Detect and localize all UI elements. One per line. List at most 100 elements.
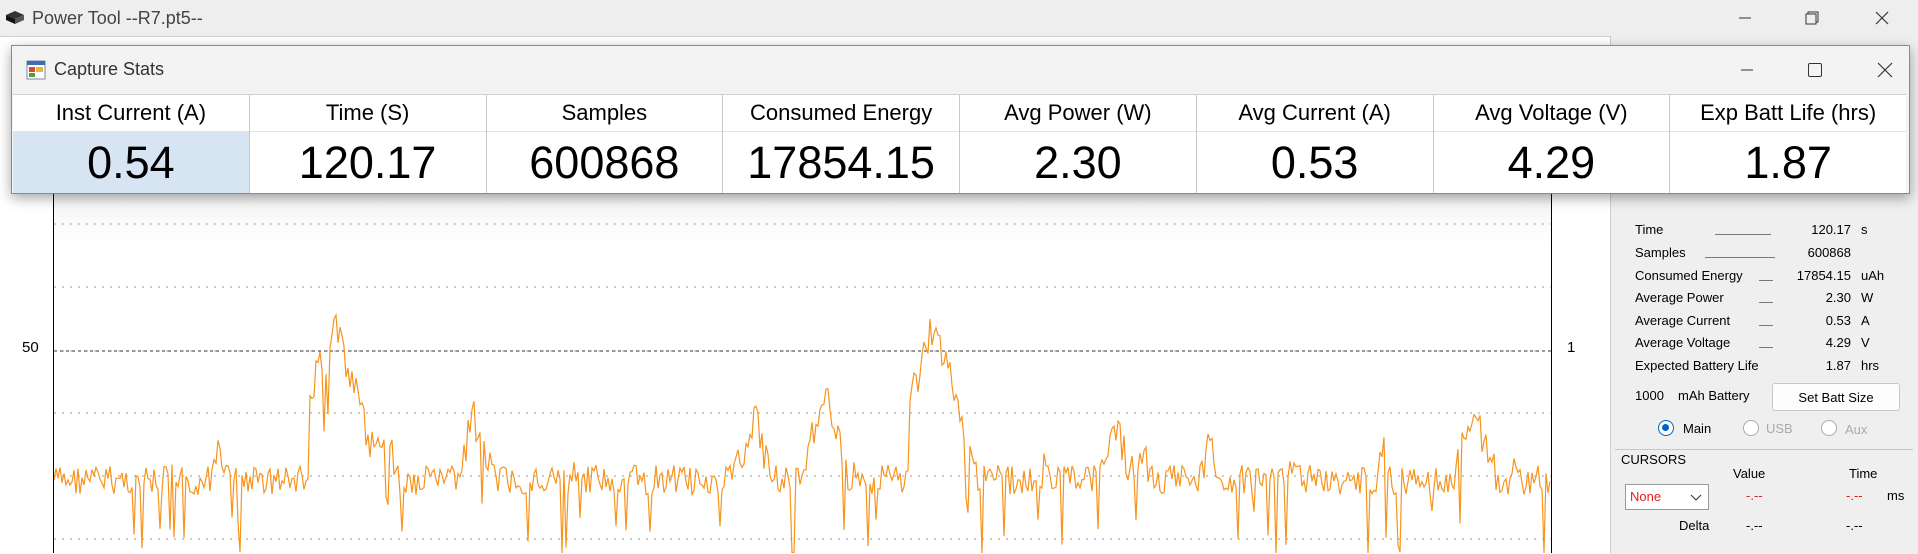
minimize-button[interactable] [1722, 0, 1768, 36]
stat-unit: uAh [1861, 268, 1885, 283]
stat-label: Average Current [1635, 313, 1731, 328]
close-icon [1875, 11, 1889, 25]
stat-column-avg-current[interactable]: Avg Current (A) 0.53 [1196, 95, 1434, 193]
stat-value: 4.29 [1433, 131, 1670, 193]
stats-close-button[interactable] [1862, 46, 1908, 93]
stat-label: Consumed Energy [1635, 268, 1743, 283]
stat-column-exp-batt-life[interactable]: Exp Batt Life (hrs) 1.87 [1670, 95, 1906, 193]
restore-button[interactable] [1789, 0, 1835, 36]
stat-column-consumed-energy[interactable]: Consumed Energy 17854.15 [723, 95, 960, 193]
stat-label: Time [1635, 222, 1664, 237]
stat-header: Time (S) [249, 95, 486, 131]
leader-line [1759, 302, 1773, 303]
battery-unit-label: mAh Battery [1678, 388, 1750, 403]
stat-header: Samples [486, 95, 723, 131]
stat-row-average-voltage: Average Voltage 4.29 V [1635, 335, 1895, 355]
stat-value: 2.30 [960, 131, 1196, 193]
stat-unit: V [1861, 335, 1870, 350]
stat-header: Exp Batt Life (hrs) [1670, 95, 1906, 131]
stat-value: 600868 [1807, 245, 1851, 260]
chevron-down-icon [1690, 494, 1702, 501]
leader-line [1759, 280, 1773, 281]
stat-value: 4.29 [1825, 335, 1851, 350]
usb-channel-radio[interactable] [1743, 420, 1759, 436]
stat-unit: W [1861, 290, 1874, 305]
stat-value: 0.54 [13, 131, 249, 193]
stat-value: 0.53 [1825, 313, 1851, 328]
aux-channel-label: Aux [1845, 422, 1868, 437]
stat-header: Avg Power (W) [960, 95, 1196, 131]
cursor-time-unit: ms [1887, 488, 1905, 503]
app-icon [6, 11, 24, 24]
stat-label: Samples [1635, 245, 1686, 260]
leader-line [1715, 234, 1771, 235]
cursors-time-header: Time [1849, 466, 1878, 481]
capture-stats-title: Capture Stats [54, 59, 165, 79]
cursors-value-header: Value [1733, 466, 1766, 481]
stat-value: 600868 [486, 131, 723, 193]
stat-value: 1.87 [1825, 358, 1851, 373]
stat-header: Avg Current (A) [1196, 95, 1433, 131]
stat-column-avg-voltage[interactable]: Avg Voltage (V) 4.29 [1433, 95, 1671, 193]
restore-icon [1805, 11, 1819, 25]
window-title: Power Tool --R7.pt5-- [32, 7, 203, 28]
window-app-icon [26, 60, 46, 79]
stat-value: 120.17 [249, 131, 486, 193]
stat-value: 17854.15 [1796, 268, 1851, 283]
stat-row-average-current: Average Current 0.53 A [1635, 313, 1895, 333]
stat-column-avg-power[interactable]: Avg Power (W) 2.30 [960, 95, 1197, 193]
plot-area[interactable] [53, 140, 1552, 553]
left-axis-label: 50 [22, 339, 39, 356]
stat-row-average-power: Average Power 2.30 W [1635, 290, 1895, 310]
close-icon [1877, 62, 1893, 77]
stat-column-inst-current[interactable]: Inst Current (A) 0.54 [13, 95, 250, 193]
stat-row-samples: Samples 600868 [1635, 245, 1895, 265]
stat-value: 0.53 [1196, 131, 1433, 193]
leader-line [1759, 347, 1773, 348]
leader-line [1759, 325, 1773, 326]
stat-unit: A [1861, 313, 1870, 328]
cursor-select-dropdown[interactable]: None [1625, 484, 1709, 510]
stat-row-consumed-energy: Consumed Energy 17854.15 uAh [1635, 268, 1895, 288]
usb-channel-label: USB [1766, 421, 1793, 436]
cursor-select-value: None [1630, 489, 1662, 504]
cursors-title: CURSORS [1621, 452, 1687, 467]
stat-row-time: Time 120.17 s [1635, 222, 1895, 242]
capture-stats-titlebar[interactable]: Capture Stats [12, 46, 1909, 93]
battery-size-value[interactable]: 1000 [1635, 388, 1664, 403]
aux-channel-radio[interactable] [1821, 420, 1837, 436]
stat-value: 17854.15 [723, 131, 959, 193]
right-axis-label: 1 [1567, 339, 1576, 356]
set-batt-size-button[interactable]: Set Batt Size [1772, 383, 1900, 411]
main-channel-radio[interactable] [1658, 420, 1674, 436]
cursor-value: -.-- [1746, 488, 1763, 503]
stat-header: Consumed Energy [723, 95, 959, 131]
stat-column-samples[interactable]: Samples 600868 [486, 95, 724, 193]
cursor-time: -.-- [1846, 488, 1863, 503]
stat-label: Average Voltage [1635, 335, 1731, 350]
capture-stats-window: Capture Stats Inst Current (A) 0.54 Time… [11, 45, 1910, 194]
stat-unit: hrs [1861, 358, 1880, 373]
stat-value: 120.17 [1811, 222, 1851, 237]
stats-maximize-button[interactable] [1792, 46, 1838, 93]
minimize-icon [1741, 69, 1753, 70]
delta-value: -.-- [1746, 518, 1763, 533]
capture-stats-table: Inst Current (A) 0.54 Time (S) 120.17 Sa… [13, 94, 1906, 193]
stats-minimize-button[interactable] [1724, 46, 1770, 93]
stat-header: Avg Voltage (V) [1433, 95, 1670, 131]
delta-label: Delta [1679, 518, 1710, 533]
main-titlebar: Power Tool --R7.pt5-- [0, 0, 1918, 36]
stat-row-expected-battery-life: Expected Battery Life 1.87 hrs [1635, 358, 1895, 378]
stat-unit: s [1861, 222, 1868, 237]
stat-value: 1.87 [1670, 131, 1906, 193]
stat-column-time[interactable]: Time (S) 120.17 [249, 95, 487, 193]
maximize-icon [1808, 62, 1822, 77]
close-button[interactable] [1859, 0, 1905, 36]
current-trace-plot [54, 223, 1551, 553]
cursors-section: CURSORS Value Time None -.-- -.-- ms Del… [1615, 449, 1913, 554]
delta-time: -.-- [1846, 518, 1863, 533]
minimize-icon [1739, 17, 1751, 19]
stat-header: Inst Current (A) [13, 95, 249, 131]
stat-label: Average Power [1635, 290, 1724, 305]
main-channel-label: Main [1683, 421, 1712, 436]
